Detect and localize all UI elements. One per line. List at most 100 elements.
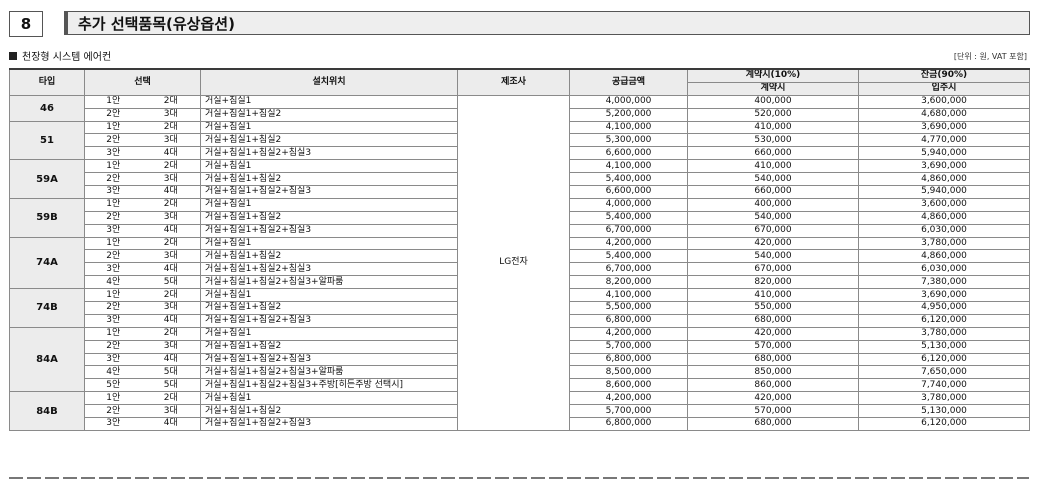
unit-count-cell: 3대 bbox=[141, 404, 201, 419]
location-cell: 거실+침실1 bbox=[200, 120, 458, 135]
movein-payment-cell: 5,940,000 bbox=[858, 185, 1030, 199]
header-selection: 선택 bbox=[84, 68, 201, 96]
movein-payment-cell: 4,860,000 bbox=[858, 210, 1030, 225]
location-cell: 거실+침실1+침실2 bbox=[200, 133, 458, 148]
location-cell: 거실+침실1+침실2+침실3 bbox=[200, 417, 458, 431]
type-cell: 59A bbox=[9, 159, 85, 199]
movein-payment-cell: 7,650,000 bbox=[858, 365, 1030, 380]
section-title: 추가 선택품목(유상옵션) bbox=[64, 11, 1030, 35]
supply-price-cell: 5,400,000 bbox=[569, 172, 688, 187]
option-cell: 1안 bbox=[84, 391, 142, 406]
unit-count-cell: 4대 bbox=[141, 262, 201, 277]
contract-payment-cell: 540,000 bbox=[687, 172, 859, 187]
type-cell: 46 bbox=[9, 94, 85, 122]
supply-price-cell: 4,200,000 bbox=[569, 391, 688, 406]
contract-payment-cell: 820,000 bbox=[687, 275, 859, 290]
supply-price-cell: 4,000,000 bbox=[569, 197, 688, 212]
header-supply-price: 공급금액 bbox=[569, 68, 688, 96]
location-cell: 거실+침실1 bbox=[200, 326, 458, 341]
movein-payment-cell: 6,030,000 bbox=[858, 262, 1030, 277]
supply-price-cell: 6,700,000 bbox=[569, 262, 688, 277]
movein-payment-cell: 3,780,000 bbox=[858, 391, 1030, 406]
supply-price-cell: 6,800,000 bbox=[569, 352, 688, 367]
location-cell: 거실+침실1+침실2 bbox=[200, 404, 458, 419]
location-cell: 거실+침실1+침실2+침실3 bbox=[200, 262, 458, 277]
contract-payment-cell: 680,000 bbox=[687, 313, 859, 328]
unit-count-cell: 3대 bbox=[141, 249, 201, 264]
movein-payment-cell: 3,780,000 bbox=[858, 236, 1030, 251]
location-cell: 거실+침실1+침실2 bbox=[200, 339, 458, 354]
manufacturer-cell: LG전자 bbox=[457, 94, 570, 431]
unit-count-cell: 5대 bbox=[141, 365, 201, 380]
location-cell: 거실+침실1+침실2 bbox=[200, 301, 458, 315]
movein-payment-cell: 6,120,000 bbox=[858, 313, 1030, 328]
option-cell: 1안 bbox=[84, 326, 142, 341]
contract-payment-cell: 660,000 bbox=[687, 146, 859, 161]
contract-payment-cell: 420,000 bbox=[687, 236, 859, 251]
square-bullet-icon bbox=[9, 52, 17, 60]
unit-count-cell: 2대 bbox=[141, 197, 201, 212]
supply-price-cell: 5,300,000 bbox=[569, 133, 688, 148]
header-location: 설치위치 bbox=[200, 68, 458, 96]
contract-payment-cell: 410,000 bbox=[687, 288, 859, 303]
movein-payment-cell: 4,680,000 bbox=[858, 107, 1030, 122]
header-balance-group: 잔금(90%) bbox=[858, 68, 1030, 83]
supply-price-cell: 6,700,000 bbox=[569, 223, 688, 238]
location-cell: 거실+침실1 bbox=[200, 391, 458, 406]
unit-count-cell: 3대 bbox=[141, 133, 201, 148]
movein-payment-cell: 3,690,000 bbox=[858, 159, 1030, 174]
subsection-title: 천장형 시스템 에어컨 bbox=[22, 52, 112, 63]
unit-count-cell: 2대 bbox=[141, 391, 201, 406]
location-cell: 거실+침실1+침실2+침실3 bbox=[200, 146, 458, 161]
unit-count-cell: 4대 bbox=[141, 352, 201, 367]
supply-price-cell: 8,600,000 bbox=[569, 378, 688, 393]
location-cell: 거실+침실1 bbox=[200, 236, 458, 251]
location-cell: 거실+침실1+침실2 bbox=[200, 249, 458, 264]
supply-price-cell: 5,400,000 bbox=[569, 210, 688, 225]
option-cell: 2안 bbox=[84, 133, 142, 148]
movein-payment-cell: 4,860,000 bbox=[858, 172, 1030, 187]
contract-payment-cell: 680,000 bbox=[687, 417, 859, 431]
type-cell: 84A bbox=[9, 326, 85, 393]
location-cell: 거실+침실1 bbox=[200, 159, 458, 174]
option-cell: 2안 bbox=[84, 107, 142, 122]
unit-count-cell: 4대 bbox=[141, 417, 201, 431]
option-cell: 2안 bbox=[84, 249, 142, 264]
option-cell: 4안 bbox=[84, 365, 142, 380]
contract-payment-cell: 570,000 bbox=[687, 404, 859, 419]
section-number: 8 bbox=[9, 11, 43, 37]
type-cell: 84B bbox=[9, 391, 85, 431]
movein-payment-cell: 3,690,000 bbox=[858, 120, 1030, 135]
contract-payment-cell: 670,000 bbox=[687, 262, 859, 277]
supply-price-cell: 8,500,000 bbox=[569, 365, 688, 380]
subsection-heading: 천장형 시스템 에어컨 bbox=[9, 48, 111, 63]
location-cell: 거실+침실1+침실2+침실3 bbox=[200, 223, 458, 238]
unit-count-cell: 3대 bbox=[141, 301, 201, 315]
unit-count-cell: 2대 bbox=[141, 159, 201, 174]
supply-price-cell: 4,200,000 bbox=[569, 326, 688, 341]
contract-payment-cell: 860,000 bbox=[687, 378, 859, 393]
movein-payment-cell: 5,130,000 bbox=[858, 404, 1030, 419]
option-cell: 3안 bbox=[84, 223, 142, 238]
contract-payment-cell: 420,000 bbox=[687, 391, 859, 406]
contract-payment-cell: 540,000 bbox=[687, 210, 859, 225]
option-cell: 2안 bbox=[84, 301, 142, 315]
cropped-footnote bbox=[9, 476, 1029, 480]
option-cell: 1안 bbox=[84, 94, 142, 109]
movein-payment-cell: 4,770,000 bbox=[858, 133, 1030, 148]
contract-payment-cell: 520,000 bbox=[687, 107, 859, 122]
movein-payment-cell: 5,940,000 bbox=[858, 146, 1030, 161]
movein-payment-cell: 7,740,000 bbox=[858, 378, 1030, 393]
option-cell: 1안 bbox=[84, 288, 142, 303]
price-table: 타입 선택 설치위치 제조사 공급금액 계약시(10%) 잔금(90%) 계약시… bbox=[9, 68, 1030, 431]
header-manufacturer: 제조사 bbox=[457, 68, 570, 96]
movein-payment-cell: 6,120,000 bbox=[858, 417, 1030, 431]
contract-payment-cell: 400,000 bbox=[687, 197, 859, 212]
contract-payment-cell: 410,000 bbox=[687, 120, 859, 135]
unit-count-cell: 2대 bbox=[141, 120, 201, 135]
supply-price-cell: 6,800,000 bbox=[569, 417, 688, 431]
supply-price-cell: 8,200,000 bbox=[569, 275, 688, 290]
header-type: 타입 bbox=[9, 68, 85, 96]
unit-count-cell: 2대 bbox=[141, 236, 201, 251]
option-cell: 3안 bbox=[84, 146, 142, 161]
